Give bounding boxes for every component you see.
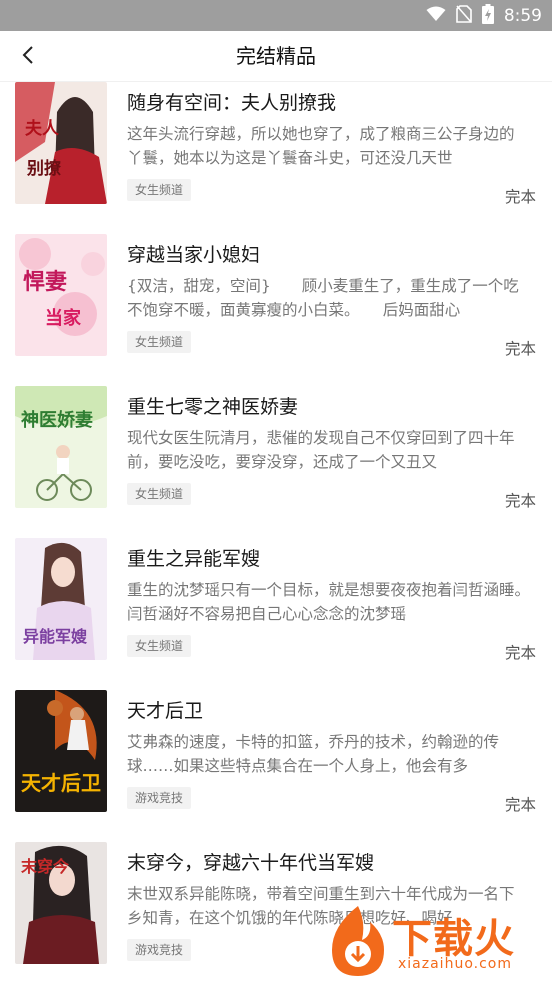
book-title: 穿越当家小媳妇 [127, 244, 261, 266]
book-item[interactable]: 神医娇妻 重生七零之神医娇妻 现代女医生阮清月，悲催的发现自己不仅穿回到了四十年… [0, 386, 552, 538]
category-tag: 女生频道 [127, 635, 192, 657]
back-button[interactable] [10, 39, 46, 75]
book-title: 末穿今，穿越六十年代当军嫂 [127, 852, 375, 874]
completion-status: 完本 [504, 188, 536, 206]
book-title: 随身有空间：夫人别撩我 [127, 92, 337, 114]
book-item[interactable]: 异能军嫂 重生之异能军嫂 重生的沈梦瑶只有一个目标，就是想要夜夜抱着闫哲涵睡。 … [0, 538, 552, 690]
status-bar: 8:59 [0, 0, 552, 31]
svg-text:别撩: 别撩 [26, 158, 61, 179]
category-tag: 游戏竞技 [127, 939, 192, 961]
svg-text:异能军嫂: 异能军嫂 [23, 627, 88, 646]
book-item[interactable]: 悍妻 当家 穿越当家小媳妇 {双洁，甜宠，空间} 顾小麦重生了，重生成了一个吃不… [0, 234, 552, 386]
status-icons: 8:59 [426, 0, 542, 31]
chevron-left-icon [21, 45, 35, 69]
book-description: {双洁，甜宠，空间} 顾小麦重生了，重生成了一个吃不饱穿不暖，面黄寡瘦的小白菜。… [127, 277, 519, 319]
svg-text:神医娇妻: 神医娇妻 [21, 409, 93, 431]
category-tag: 女生频道 [127, 179, 192, 201]
battery-charging-icon [481, 3, 494, 28]
book-list[interactable]: 夫人 别撩 随身有空间：夫人别撩我 这年头流行穿越，所以她也穿了，成了粮商三公子… [0, 82, 552, 981]
book-title: 天才后卫 [127, 700, 204, 722]
book-title: 重生七零之神医娇妻 [127, 396, 299, 418]
svg-text:末穿今: 末穿今 [21, 857, 69, 876]
completion-status: 完本 [504, 644, 536, 662]
category-tag: 女生频道 [127, 331, 192, 353]
book-description: 重生的沈梦瑶只有一个目标，就是想要夜夜抱着闫哲涵睡。 闫哲涵好不容易把自己心心念… [127, 581, 523, 623]
book-description: 艾弗森的速度，卡特的扣篮，乔丹的技术，约翰逊的传球……如果这些特点集合在一个人身… [127, 733, 500, 775]
svg-text:当家: 当家 [45, 307, 82, 329]
status-time: 8:59 [503, 5, 542, 26]
page-title: 完结精品 [236, 44, 316, 68]
book-cover: 夫人 别撩 [15, 82, 107, 204]
book-item[interactable]: 末穿今 末穿今，穿越六十年代当军嫂 末世双系异能陈晓，带着空间重生到六十年代成为… [0, 842, 552, 981]
book-cover: 神医娇妻 [15, 386, 107, 508]
completion-status: 完本 [504, 796, 536, 814]
category-tag: 女生频道 [127, 483, 192, 505]
svg-text:悍妻: 悍妻 [23, 269, 67, 295]
book-cover: 末穿今 [15, 842, 107, 964]
completion-status: 完本 [504, 340, 536, 358]
book-item[interactable]: 天才后卫 天才后卫 艾弗森的速度，卡特的扣篮，乔丹的技术，约翰逊的传球……如果这… [0, 690, 552, 842]
book-item[interactable]: 夫人 别撩 随身有空间：夫人别撩我 这年头流行穿越，所以她也穿了，成了粮商三公子… [0, 82, 552, 234]
header-bar: 完结精品 [0, 31, 552, 82]
completion-status: 完本 [504, 492, 536, 510]
book-title: 重生之异能军嫂 [127, 548, 261, 570]
no-sim-icon [456, 4, 472, 27]
category-tag: 游戏竞技 [127, 787, 192, 809]
book-description: 现代女医生阮清月，悲催的发现自己不仅穿回到了四十年前，要吃没吃，要穿没穿，还成了… [127, 429, 515, 471]
book-cover: 天才后卫 [15, 690, 107, 812]
book-description: 这年头流行穿越，所以她也穿了，成了粮商三公子身边的丫鬟，她本以为这是丫鬟奋斗史，… [127, 125, 515, 167]
svg-text:天才后卫: 天才后卫 [21, 771, 101, 795]
wifi-icon [426, 6, 446, 26]
book-description: 末世双系异能陈晓，带着空间重生到六十年代成为一名下乡知青，在这个饥饿的年代陈晓只… [127, 885, 515, 927]
book-cover: 异能军嫂 [15, 538, 107, 660]
svg-text:夫人: 夫人 [25, 118, 60, 139]
book-cover: 悍妻 当家 [15, 234, 107, 356]
